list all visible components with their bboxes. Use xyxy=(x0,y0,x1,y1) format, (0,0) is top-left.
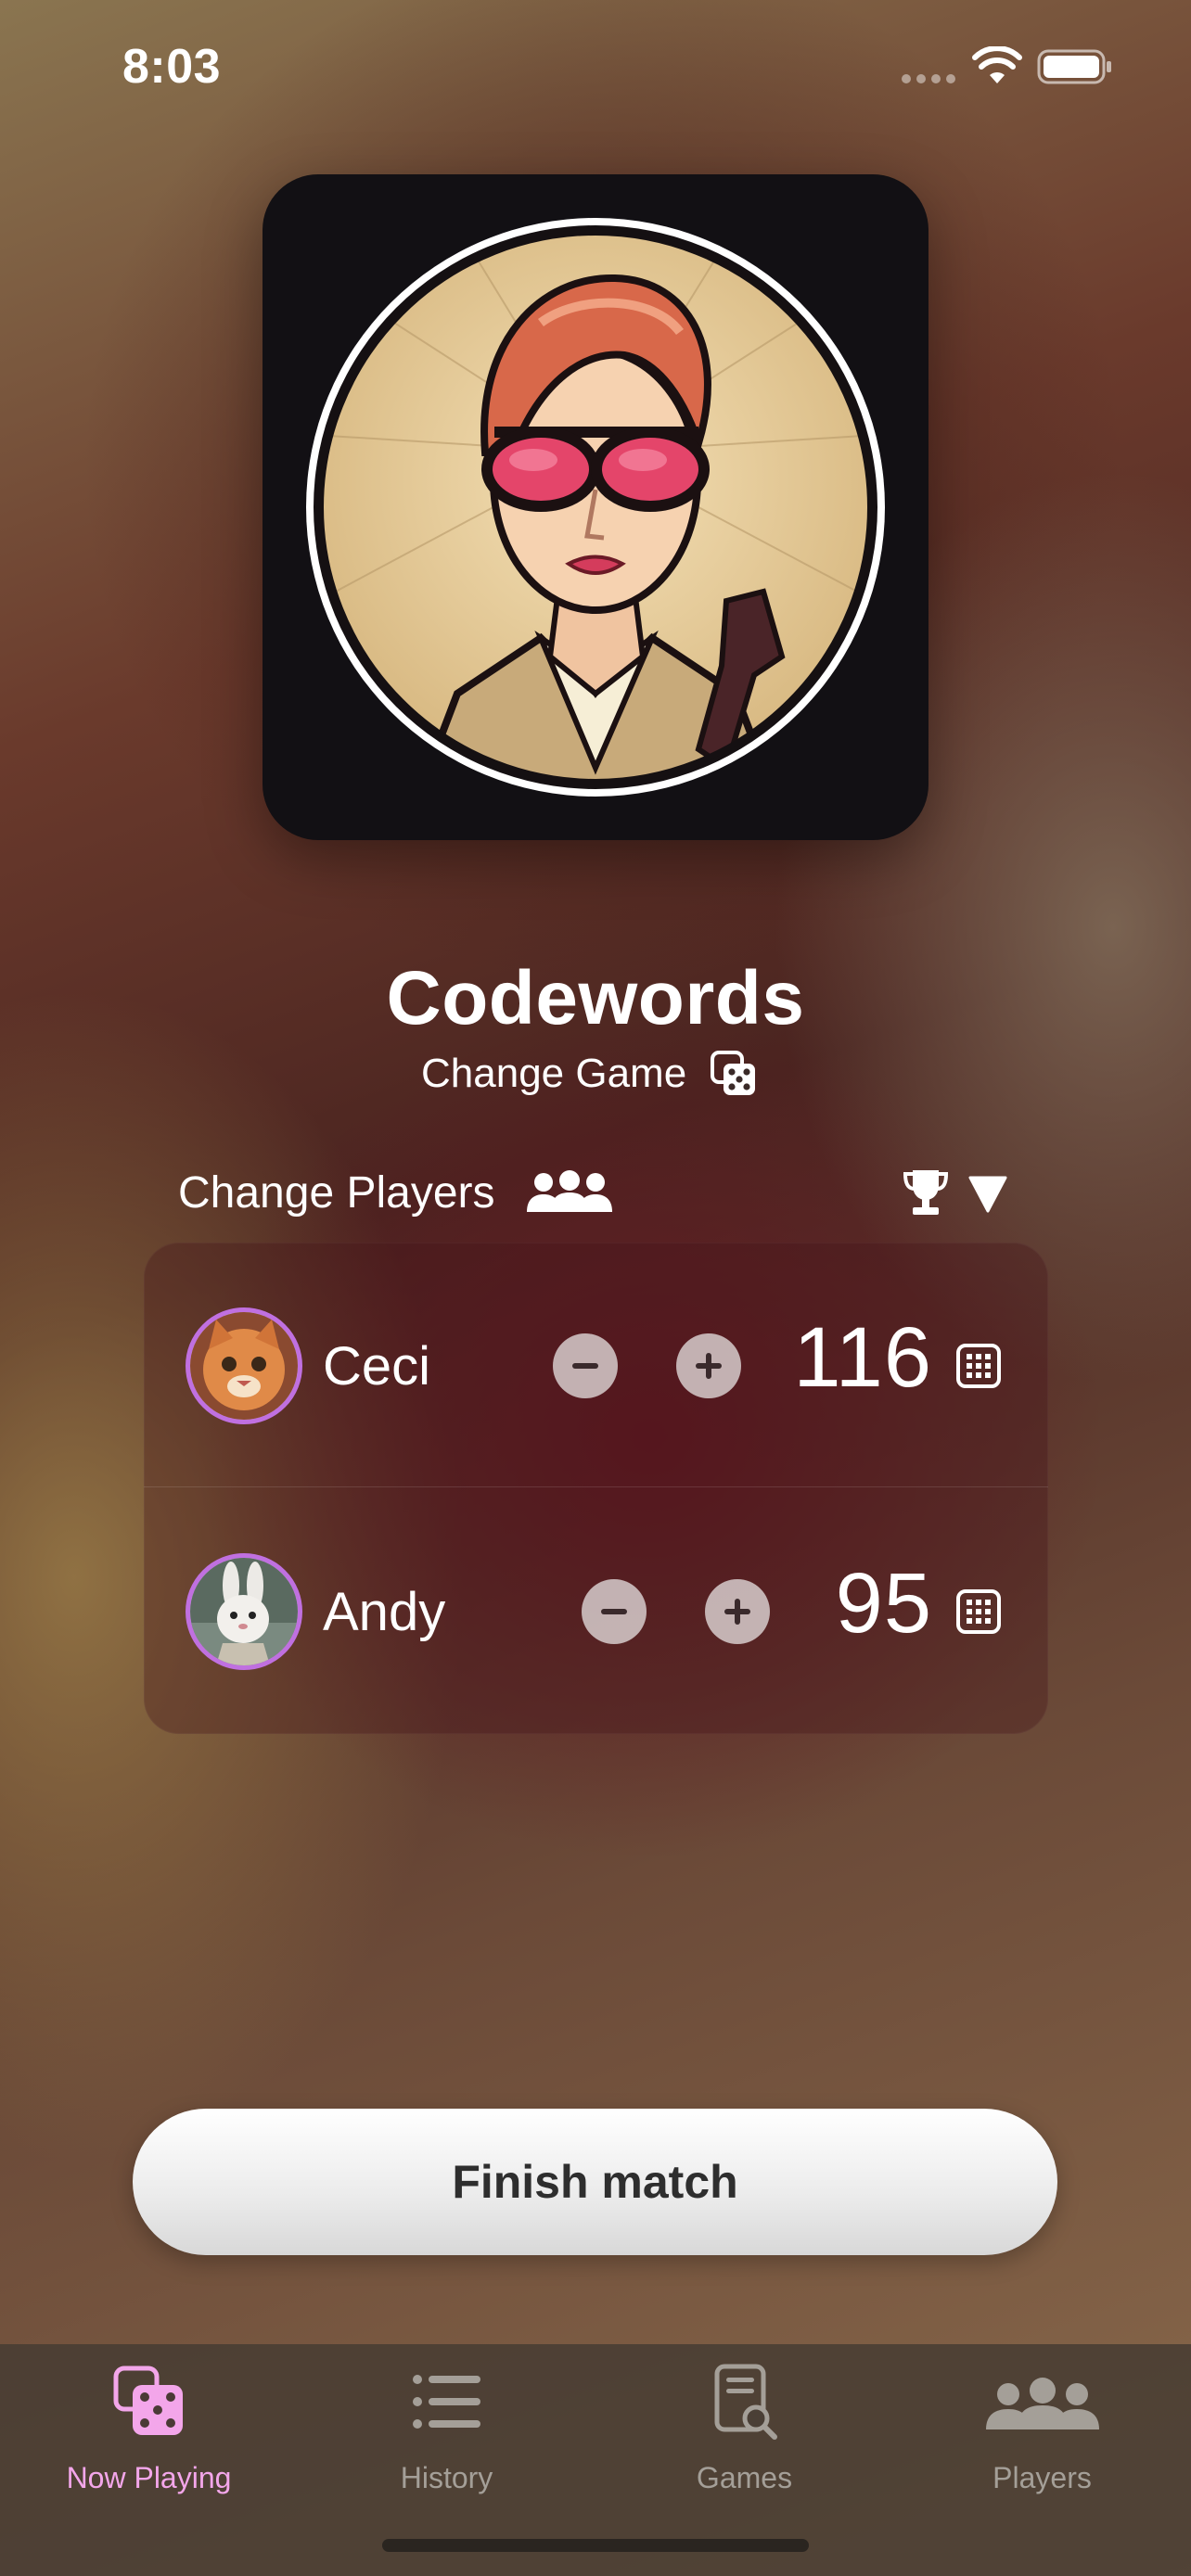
player-score: 95 xyxy=(835,1556,932,1651)
orange-cat-avatar xyxy=(190,1312,298,1420)
plus-icon xyxy=(696,1353,722,1379)
tab-games[interactable]: Games xyxy=(596,2344,893,2530)
change-game-button[interactable]: Change Game xyxy=(421,1046,759,1102)
tab-now-playing[interactable]: Now Playing xyxy=(0,2344,298,2530)
player-score: 116 xyxy=(793,1310,932,1405)
triangle-down-icon[interactable] xyxy=(967,1174,1009,1215)
keypad-icon[interactable] xyxy=(955,1588,1002,1635)
trophy-icon[interactable] xyxy=(902,1167,950,1218)
dice-icon xyxy=(711,1051,756,1095)
increment-button[interactable] xyxy=(676,1333,741,1398)
avatar[interactable] xyxy=(186,1307,302,1424)
people-icon xyxy=(985,2378,1099,2429)
home-indicator xyxy=(382,2539,809,2552)
tab-label: Games xyxy=(696,2461,793,2494)
change-players-button[interactable]: Change Players xyxy=(178,1163,616,1222)
dice-icon xyxy=(113,2366,183,2435)
avatar[interactable] xyxy=(186,1553,302,1670)
player-row: Ceci 116 xyxy=(144,1243,1048,1487)
tab-players[interactable]: Players xyxy=(893,2344,1191,2530)
white-rabbit-avatar xyxy=(190,1558,298,1665)
players-header: Change Players xyxy=(178,1163,1013,1222)
finish-match-button[interactable]: Finish match xyxy=(133,2109,1057,2255)
minus-icon xyxy=(572,1363,598,1369)
keypad-icon[interactable] xyxy=(955,1343,1002,1389)
change-players-label: Change Players xyxy=(178,1167,495,1218)
document-search-icon xyxy=(714,2364,777,2440)
tab-label: Players xyxy=(992,2461,1092,2494)
player-name: Ceci xyxy=(323,1336,431,1396)
cellular-signal-icon xyxy=(902,74,955,83)
game-title: Codewords xyxy=(386,956,805,1040)
battery-icon xyxy=(1037,49,1111,84)
status-bar: 8:03 xyxy=(0,0,1191,130)
list-icon xyxy=(412,2375,480,2429)
game-artwork xyxy=(263,174,928,840)
players-card: Ceci 116 Andy 95 xyxy=(144,1243,1048,1734)
decrement-button[interactable] xyxy=(553,1333,618,1398)
wifi-icon xyxy=(972,46,1022,83)
player-name: Andy xyxy=(323,1582,446,1642)
tab-history[interactable]: History xyxy=(298,2344,596,2530)
people-icon xyxy=(526,1170,612,1212)
status-time: 8:03 xyxy=(122,40,222,94)
change-game-label: Change Game xyxy=(421,1051,687,1096)
minus-icon xyxy=(601,1609,627,1614)
spy-woman-artwork xyxy=(306,218,885,797)
decrement-button[interactable] xyxy=(582,1579,647,1644)
plus-icon xyxy=(724,1599,750,1625)
player-row: Andy 95 xyxy=(144,1488,1048,1733)
increment-button[interactable] xyxy=(705,1579,770,1644)
tab-label: History xyxy=(400,2461,493,2494)
tab-label: Now Playing xyxy=(66,2461,232,2494)
